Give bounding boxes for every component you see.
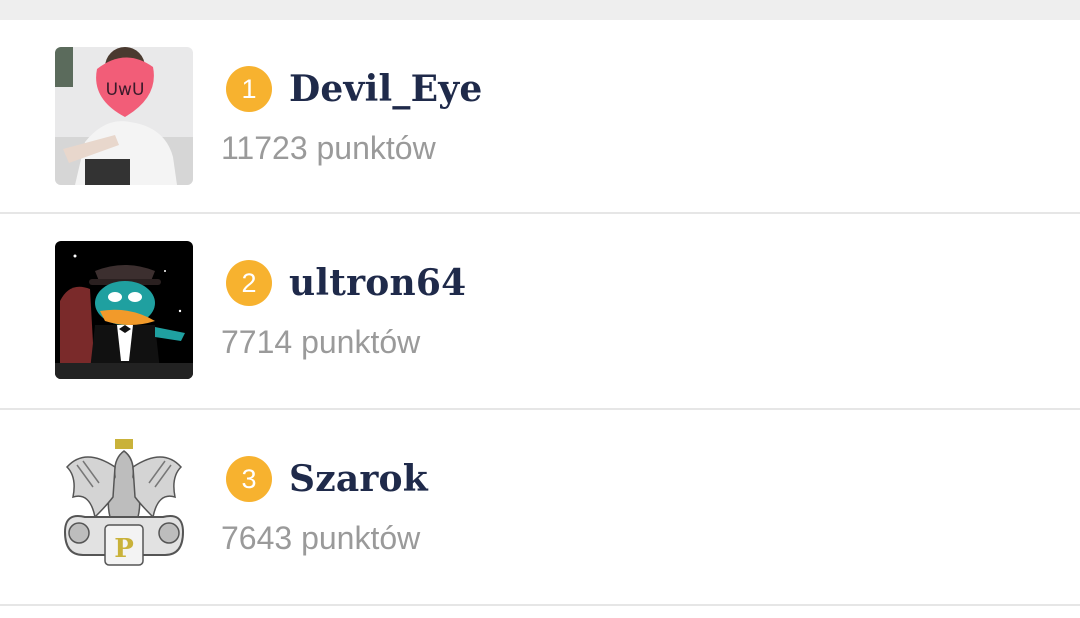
avatar-photo-image: UwU [55,47,193,185]
rank-badge: 3 [226,456,272,502]
points-text: 7714 punktów [221,320,420,364]
points-value: 11723 [221,130,308,166]
top-bar [0,0,1080,20]
rank-badge: 1 [226,66,272,112]
avatar[interactable]: UwU [55,47,193,185]
avatar[interactable] [55,241,193,379]
avatar-sticker-text: UwU [106,80,145,100]
points-unit: punktów [316,130,436,166]
avatar-eagle-emblem-image: P [55,437,193,575]
ranking-row[interactable]: P 3 Szarok 7643 punktów [0,410,1080,606]
avatar-cartoon-image [55,241,193,379]
points-text: 11723 punktów [221,126,436,170]
points-unit: punktów [301,324,421,360]
emblem-letter: P [114,534,134,564]
username[interactable]: ultron64 [289,258,466,308]
ranking-row[interactable]: 2 ultron64 7714 punktów [0,214,1080,410]
points-value: 7714 [221,324,293,360]
username[interactable]: Devil_Eye [289,64,482,114]
avatar[interactable]: P [55,437,193,575]
username[interactable]: Szarok [289,454,428,504]
points-value: 7643 [221,520,293,556]
points-unit: punktów [301,520,421,556]
ranking-list: UwU 1 Devil_Eye 11723 punktów 2 ultron64… [0,20,1080,606]
ranking-row[interactable]: UwU 1 Devil_Eye 11723 punktów [0,20,1080,214]
points-text: 7643 punktów [221,516,420,560]
rank-badge: 2 [226,260,272,306]
